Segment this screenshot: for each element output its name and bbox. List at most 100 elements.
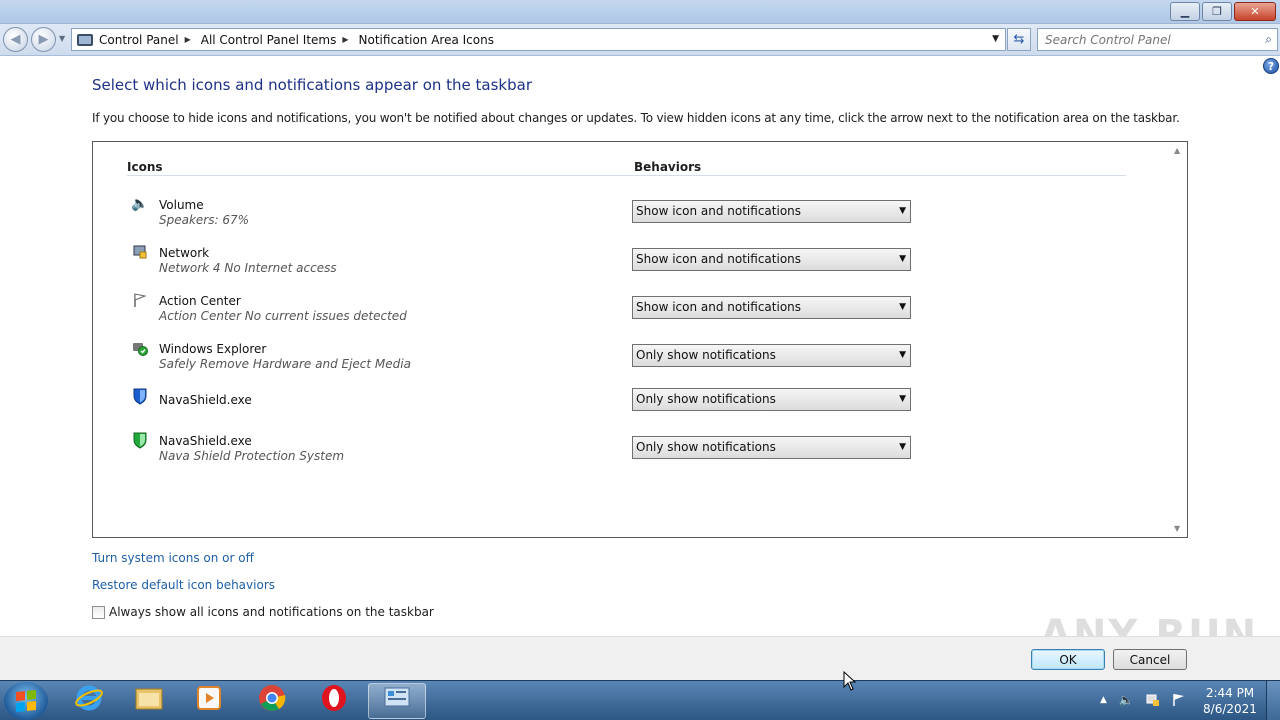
- taskbar-explorer[interactable]: [120, 683, 178, 719]
- address-dropdown-icon[interactable]: ▼: [992, 34, 999, 44]
- behavior-select[interactable]: Show icon and notifications ▼: [632, 200, 911, 223]
- taskbar-control-panel[interactable]: [368, 683, 426, 719]
- behavior-select[interactable]: Only show notifications ▼: [632, 436, 911, 459]
- breadcrumb-all-items[interactable]: All Control Panel Items: [201, 33, 337, 47]
- behavior-value: Only show notifications: [636, 348, 776, 362]
- chevron-down-icon: ▼: [899, 394, 906, 404]
- behavior-select[interactable]: Only show notifications ▼: [632, 344, 911, 367]
- back-arrow-icon: ◀: [10, 32, 21, 47]
- windows-logo-icon: [16, 689, 36, 713]
- back-button[interactable]: ◀: [3, 27, 28, 52]
- chrome-icon: [257, 683, 287, 719]
- chevron-down-icon: ▼: [899, 442, 906, 452]
- show-hidden-icons-icon[interactable]: ▲: [1100, 695, 1107, 710]
- flag-icon: [131, 291, 149, 309]
- item-name: Action Center: [159, 294, 241, 308]
- taskbar-internet-explorer[interactable]: [60, 683, 118, 719]
- search-input[interactable]: [1038, 29, 1248, 50]
- blue-shield-icon: [131, 387, 149, 405]
- behavior-value: Show icon and notifications: [636, 300, 802, 314]
- computer-icon: [77, 33, 93, 46]
- taskbar-media-player[interactable]: [180, 683, 238, 719]
- close-button[interactable]: ✕: [1234, 2, 1276, 21]
- behavior-select[interactable]: Show icon and notifications ▼: [632, 296, 911, 319]
- item-name: Volume: [159, 198, 204, 212]
- breadcrumb-control-panel[interactable]: Control Panel: [99, 33, 179, 47]
- mouse-cursor-icon: [843, 670, 857, 696]
- refresh-button[interactable]: ⇆: [1007, 28, 1031, 51]
- recent-pages-dropdown[interactable]: ▼: [59, 34, 65, 43]
- item-name: NavaShield.exe: [159, 393, 252, 407]
- system-clock[interactable]: 2:44 PM 8/6/2021: [1198, 685, 1262, 717]
- chevron-right-icon[interactable]: ▶: [342, 35, 348, 44]
- notification-area: ▲ 🔈: [1100, 693, 1186, 710]
- network-icon: [131, 243, 149, 261]
- item-name: NavaShield.exe: [159, 434, 252, 448]
- vertical-scrollbar[interactable]: ▲ ▼: [1170, 142, 1187, 537]
- address-bar[interactable]: Control Panel ▶ All Control Panel Items ▶ …: [71, 28, 1006, 51]
- search-box[interactable]: ⌕: [1037, 28, 1278, 51]
- item-description: Safely Remove Hardware and Eject Media: [159, 357, 411, 371]
- title-bar: ▁ ❐ ✕: [0, 0, 1280, 24]
- behavior-value: Only show notifications: [636, 440, 776, 454]
- chevron-down-icon: ▼: [899, 254, 906, 264]
- turn-system-icons-link[interactable]: Turn system icons on or off: [92, 551, 254, 565]
- help-button[interactable]: ?: [1263, 58, 1279, 74]
- folder-icon: [134, 684, 164, 718]
- refresh-icon: ⇆: [1013, 32, 1025, 47]
- cancel-button[interactable]: Cancel: [1113, 649, 1187, 670]
- dialog-footer: OK Cancel: [0, 636, 1280, 680]
- behavior-value: Show icon and notifications: [636, 252, 802, 266]
- ok-button[interactable]: OK: [1031, 649, 1105, 670]
- taskbar-opera[interactable]: [305, 683, 363, 719]
- tray-network-icon[interactable]: [1146, 693, 1160, 710]
- forward-arrow-icon: ▶: [38, 32, 49, 47]
- restore-button[interactable]: ❐: [1202, 2, 1232, 21]
- icons-list: Icons Behaviors 🔈 Volume Speakers: 67% S…: [92, 141, 1188, 538]
- page-title: Select which icons and notifications app…: [92, 76, 532, 94]
- show-desktop-button[interactable]: [1266, 681, 1280, 720]
- list-item: Action Center Action Center No current i…: [131, 283, 931, 323]
- behavior-select[interactable]: Show icon and notifications ▼: [632, 248, 911, 271]
- item-description: Speakers: 67%: [159, 213, 250, 227]
- scroll-down-icon[interactable]: ▼: [1174, 524, 1180, 533]
- column-header-behaviors: Behaviors: [634, 160, 702, 174]
- intro-text: If you choose to hide icons and notifica…: [92, 111, 1180, 125]
- forward-button[interactable]: ▶: [31, 27, 56, 52]
- behavior-select[interactable]: Only show notifications ▼: [632, 388, 911, 411]
- item-description: Nava Shield Protection System: [159, 449, 345, 463]
- speaker-icon: 🔈: [131, 196, 149, 212]
- chevron-down-icon: ▼: [899, 302, 906, 312]
- navigation-bar: ◀ ▶ ▼ Control Panel ▶ All Control Panel I…: [0, 24, 1280, 56]
- tray-volume-icon[interactable]: 🔈: [1119, 693, 1134, 710]
- chevron-down-icon: ▼: [899, 206, 906, 216]
- behavior-value: Show icon and notifications: [636, 204, 802, 218]
- taskbar-chrome[interactable]: [243, 683, 301, 719]
- always-show-label: Always show all icons and notifications …: [109, 605, 434, 619]
- media-player-icon: [195, 684, 223, 718]
- start-button[interactable]: [4, 682, 48, 720]
- behavior-value: Only show notifications: [636, 392, 776, 406]
- scroll-up-icon[interactable]: ▲: [1174, 146, 1180, 155]
- minimize-button[interactable]: ▁: [1170, 2, 1200, 21]
- taskbar: ▲ 🔈 2:44 PM 8/6/2021: [0, 680, 1280, 720]
- item-description: Network 4 No Internet access: [159, 261, 337, 275]
- column-header-icons: Icons: [127, 160, 163, 174]
- opera-icon: [319, 683, 349, 719]
- green-shield-icon: [131, 431, 149, 449]
- list-item: NavaShield.exe Nava Shield Protection Sy…: [131, 423, 931, 463]
- restore-defaults-link[interactable]: Restore default icon behaviors: [92, 578, 275, 592]
- item-name: Network: [159, 246, 210, 260]
- chevron-right-icon[interactable]: ▶: [185, 35, 191, 44]
- list-item: NavaShield.exe Only show notifications ▼: [131, 379, 931, 419]
- header-divider: [127, 175, 1126, 176]
- breadcrumb: Control Panel ▶ All Control Panel Items ▶ …: [99, 33, 494, 47]
- search-icon[interactable]: ⌕: [1265, 32, 1272, 47]
- tray-action-center-icon[interactable]: [1172, 693, 1186, 710]
- safely-remove-icon: [131, 339, 149, 357]
- always-show-checkbox-row[interactable]: Always show all icons and notifications …: [92, 605, 434, 619]
- breadcrumb-notification-area-icons[interactable]: Notification Area Icons: [359, 33, 494, 47]
- list-item: 🔈 Volume Speakers: 67% Show icon and not…: [131, 187, 931, 227]
- item-name: Windows Explorer: [159, 342, 267, 356]
- always-show-checkbox[interactable]: [92, 605, 105, 619]
